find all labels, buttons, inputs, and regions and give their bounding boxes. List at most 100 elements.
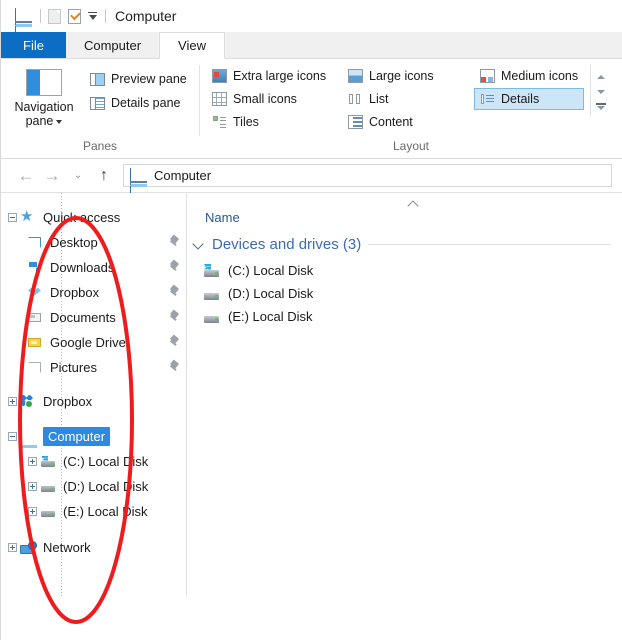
tab-view[interactable]: View bbox=[159, 32, 225, 59]
large-icons-icon bbox=[348, 69, 363, 83]
downloads-folder-icon bbox=[27, 260, 45, 276]
navigation-pane-button[interactable]: Navigationpane bbox=[1, 65, 87, 128]
dropbox-folder-icon bbox=[27, 285, 45, 301]
pin-icon[interactable] bbox=[169, 236, 180, 249]
tree-item-computer[interactable]: Computer bbox=[1, 424, 186, 449]
layout-content[interactable]: Content bbox=[342, 111, 470, 133]
preview-pane-label: Preview pane bbox=[111, 72, 187, 86]
chevron-down-icon[interactable] bbox=[56, 120, 62, 124]
back-button[interactable]: ← bbox=[13, 163, 39, 189]
column-header-row: Name bbox=[187, 193, 622, 229]
expand-icon[interactable] bbox=[25, 479, 40, 494]
medium-icons-icon bbox=[480, 69, 495, 83]
collapse-icon[interactable] bbox=[5, 429, 20, 444]
tab-file[interactable]: File bbox=[1, 32, 66, 58]
ribbon-group-layout: Extra large icons Large icons Medium ico… bbox=[200, 59, 622, 158]
layout-tiles-label: Tiles bbox=[233, 115, 259, 129]
tree-item-desktop[interactable]: Desktop bbox=[1, 230, 186, 255]
tree-item-dropbox-folder[interactable]: Dropbox bbox=[1, 280, 186, 305]
group-header-label: Devices and drives (3) bbox=[212, 236, 361, 253]
forward-button[interactable]: → bbox=[39, 163, 65, 189]
sort-ascending-icon bbox=[409, 199, 418, 208]
properties-doc-icon[interactable] bbox=[48, 9, 61, 24]
tree-item-label: Dropbox bbox=[43, 394, 92, 409]
tree-item-google-drive[interactable]: Google Drive bbox=[1, 330, 186, 355]
tree-item-local-disk-c[interactable]: (C:) Local Disk bbox=[1, 449, 186, 474]
network-icon bbox=[20, 540, 38, 556]
tree-item-label: Google Drive bbox=[50, 335, 126, 350]
list-item[interactable]: (C:) Local Disk bbox=[187, 259, 622, 282]
layout-medium-icons[interactable]: Medium icons bbox=[474, 65, 584, 87]
google-drive-folder-icon bbox=[27, 335, 45, 351]
layout-extra-large-icons[interactable]: Extra large icons bbox=[206, 65, 338, 87]
layout-small-icons[interactable]: Small icons bbox=[206, 88, 338, 110]
local-disk-c-icon bbox=[40, 454, 58, 470]
pin-icon[interactable] bbox=[169, 261, 180, 274]
local-disk-icon bbox=[203, 287, 220, 301]
file-explorer-window: Computer File Computer View Navigationpa… bbox=[0, 0, 622, 640]
desktop-folder-icon bbox=[27, 235, 45, 251]
column-header-name[interactable]: Name bbox=[205, 210, 240, 225]
tree-item-local-disk-e[interactable]: (E:) Local Disk bbox=[1, 499, 186, 524]
up-button[interactable]: ↑ bbox=[91, 163, 117, 189]
scroll-up-icon[interactable] bbox=[594, 69, 607, 84]
tree-item-label: Dropbox bbox=[50, 285, 99, 300]
ribbon-group-layout-label: Layout bbox=[200, 139, 622, 158]
list-item[interactable]: (D:) Local Disk bbox=[187, 282, 622, 305]
tree-item-label: Quick access bbox=[43, 210, 120, 225]
breadcrumb[interactable]: Computer bbox=[123, 164, 612, 187]
layout-details[interactable]: Details bbox=[474, 88, 584, 110]
tree-item-dropbox[interactable]: Dropbox bbox=[1, 389, 186, 414]
tree-item-label: Desktop bbox=[50, 235, 98, 250]
list-item-label: (C:) Local Disk bbox=[228, 263, 313, 278]
collapse-icon[interactable] bbox=[5, 210, 20, 225]
computer-icon bbox=[20, 429, 38, 445]
pin-icon[interactable] bbox=[169, 286, 180, 299]
tree-item-quick-access[interactable]: Quick access bbox=[1, 205, 186, 230]
chevron-down-icon[interactable] bbox=[193, 238, 205, 250]
title-bar: Computer bbox=[1, 0, 622, 32]
ribbon-body: Navigationpane Preview pane Details pane… bbox=[1, 59, 622, 159]
list-item[interactable]: (E:) Local Disk bbox=[187, 305, 622, 328]
preview-pane-button[interactable]: Preview pane bbox=[87, 71, 190, 87]
recent-locations-icon[interactable]: ⌄ bbox=[65, 163, 91, 189]
tree-item-downloads[interactable]: Downloads bbox=[1, 255, 186, 280]
dropbox-icon bbox=[20, 394, 38, 410]
content-icon bbox=[348, 115, 363, 129]
ribbon-group-panes-label: Panes bbox=[1, 139, 199, 158]
pin-icon[interactable] bbox=[169, 311, 180, 324]
layout-large-icons-label: Large icons bbox=[369, 69, 434, 83]
expand-icon[interactable] bbox=[5, 394, 20, 409]
properties-check-icon[interactable] bbox=[68, 9, 81, 24]
customize-dropdown-icon[interactable] bbox=[88, 12, 97, 21]
pin-icon[interactable] bbox=[169, 336, 180, 349]
list-icon bbox=[348, 92, 363, 106]
expand-icon[interactable] bbox=[5, 540, 20, 555]
more-layouts-icon[interactable] bbox=[594, 99, 607, 114]
layout-content-label: Content bbox=[369, 115, 413, 129]
explorer-content: Quick access Desktop Downloads Dropbox D… bbox=[1, 193, 622, 597]
breadcrumb-label: Computer bbox=[154, 168, 211, 183]
details-icon bbox=[480, 92, 495, 106]
scroll-down-icon[interactable] bbox=[594, 84, 607, 99]
layout-large-icons[interactable]: Large icons bbox=[342, 65, 470, 87]
address-bar: ← → ⌄ ↑ Computer bbox=[1, 159, 622, 193]
layout-small-icons-label: Small icons bbox=[233, 92, 297, 106]
layout-details-label: Details bbox=[501, 92, 539, 106]
tab-computer[interactable]: Computer bbox=[66, 32, 159, 58]
tree-item-pictures[interactable]: Pictures bbox=[1, 355, 186, 380]
expand-icon[interactable] bbox=[25, 504, 40, 519]
tree-item-network[interactable]: Network bbox=[1, 535, 186, 560]
file-list-pane: Name Devices and drives (3) (C:) Local D… bbox=[187, 193, 622, 597]
monitor-icon[interactable] bbox=[15, 9, 32, 23]
ribbon-group-panes: Navigationpane Preview pane Details pane… bbox=[1, 59, 199, 158]
tree-item-documents[interactable]: Documents bbox=[1, 305, 186, 330]
details-pane-button[interactable]: Details pane bbox=[87, 95, 190, 111]
tree-item-local-disk-d[interactable]: (D:) Local Disk bbox=[1, 474, 186, 499]
layout-tiles[interactable]: Tiles bbox=[206, 111, 338, 133]
pin-icon[interactable] bbox=[169, 361, 180, 374]
navigation-pane-icon bbox=[26, 69, 62, 96]
expand-icon[interactable] bbox=[25, 454, 40, 469]
group-header-devices-and-drives[interactable]: Devices and drives (3) bbox=[187, 229, 622, 259]
layout-list[interactable]: List bbox=[342, 88, 470, 110]
